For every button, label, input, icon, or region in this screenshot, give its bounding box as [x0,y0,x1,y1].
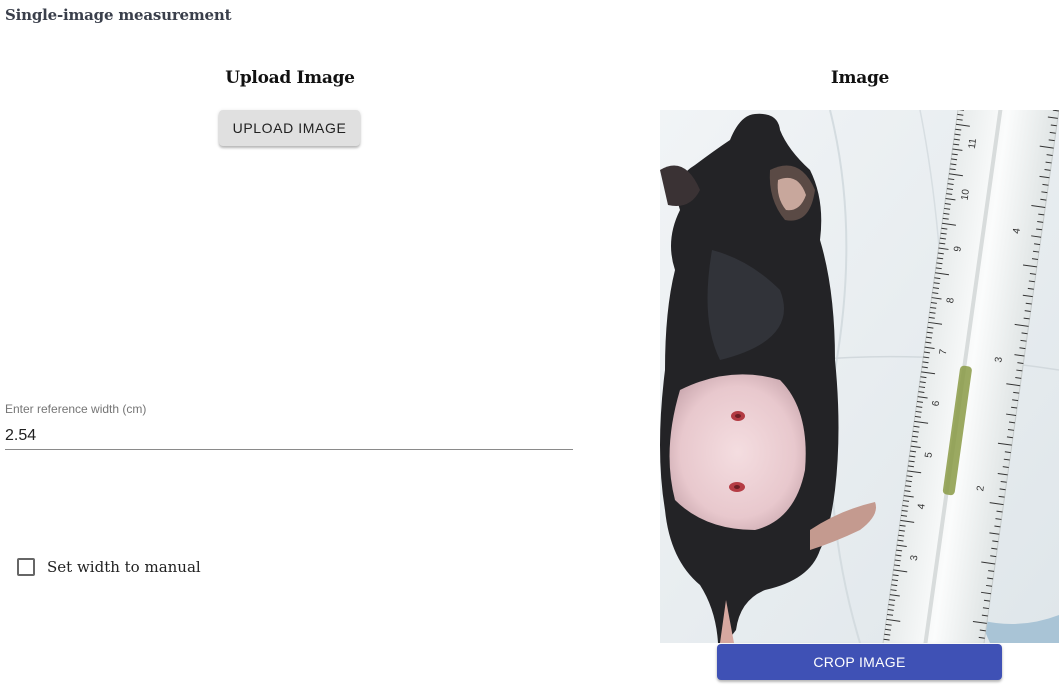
crop-image-button[interactable]: CROP IMAGE [717,644,1002,680]
manual-width-label: Set width to manual [47,558,201,576]
ruler-cm-label: 10 [960,188,973,201]
reference-width-label: Enter reference width (cm) [5,402,147,416]
manual-width-option[interactable]: Set width to manual [17,555,201,579]
page-title: Single-image measurement [5,6,232,24]
reference-width-input[interactable] [5,423,573,450]
upload-image-button[interactable]: UPLOAD IMAGE [219,110,360,146]
image-heading: Image [830,68,890,88]
manual-width-checkbox[interactable] [17,558,35,576]
reference-width-field: Enter reference width (cm) [5,402,575,452]
upload-image-heading: Upload Image [225,68,355,88]
ruler-cm-label: 11 [967,137,979,149]
image-preview: 1211109876543432 [660,110,1059,643]
mouse-wound-photo: 1211109876543432 [660,110,1059,643]
